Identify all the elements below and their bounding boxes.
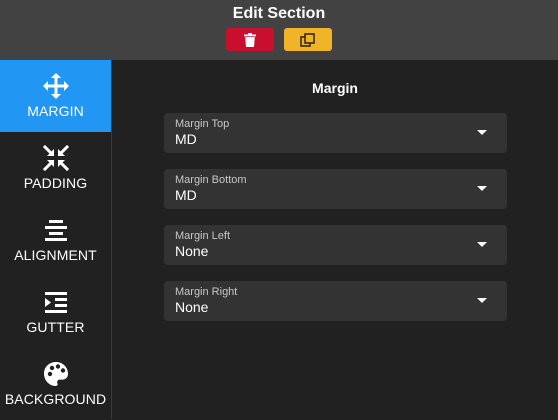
sidebar: MARGIN PADDING ALIGNMENT GUTTER BACKGROU… — [0, 60, 112, 419]
palette-icon — [43, 362, 68, 386]
chevron-down-icon — [477, 186, 487, 191]
chevron-down-icon — [477, 130, 487, 135]
sidebar-item-label: GUTTER — [26, 319, 85, 335]
header-bar: Edit Section — [0, 0, 558, 60]
field-value: MD — [175, 187, 197, 203]
delete-button[interactable] — [226, 28, 274, 51]
margin-left-select[interactable]: Margin Left None — [164, 225, 507, 265]
field-label: Margin Right — [175, 286, 238, 298]
duplicate-button[interactable] — [284, 28, 332, 51]
margin-top-select[interactable]: Margin Top MD — [164, 113, 507, 153]
page-title: Edit Section — [232, 5, 326, 22]
field-label: Margin Top — [175, 118, 230, 130]
sidebar-item-label: PADDING — [23, 175, 88, 191]
sidebar-item-label: BACKGROUND — [4, 391, 107, 407]
trash-icon — [244, 32, 256, 47]
indent-icon — [44, 292, 67, 313]
sidebar-item-background[interactable]: BACKGROUND — [0, 348, 111, 420]
field-value: MD — [175, 131, 197, 147]
chevron-down-icon — [477, 298, 487, 303]
field-value: None — [175, 243, 209, 259]
sidebar-item-label: MARGIN — [27, 103, 84, 119]
sidebar-item-margin[interactable]: MARGIN — [0, 60, 111, 132]
margin-bottom-select[interactable]: Margin Bottom MD — [164, 169, 507, 209]
chevron-down-icon — [477, 242, 487, 247]
panel-title: Margin — [312, 80, 358, 96]
copy-icon — [300, 32, 315, 47]
margin-right-select[interactable]: Margin Right None — [164, 281, 507, 321]
compress-arrows-icon — [42, 145, 69, 171]
field-label: Margin Left — [175, 230, 231, 242]
sidebar-item-label: ALIGNMENT — [14, 247, 97, 263]
align-center-icon — [44, 220, 67, 241]
sidebar-item-padding[interactable]: PADDING — [0, 132, 111, 204]
move-arrows-icon — [42, 73, 69, 99]
sidebar-item-alignment[interactable]: ALIGNMENT — [0, 204, 111, 276]
field-label: Margin Bottom — [175, 174, 247, 186]
field-value: None — [175, 299, 209, 315]
sidebar-item-gutter[interactable]: GUTTER — [0, 276, 111, 348]
